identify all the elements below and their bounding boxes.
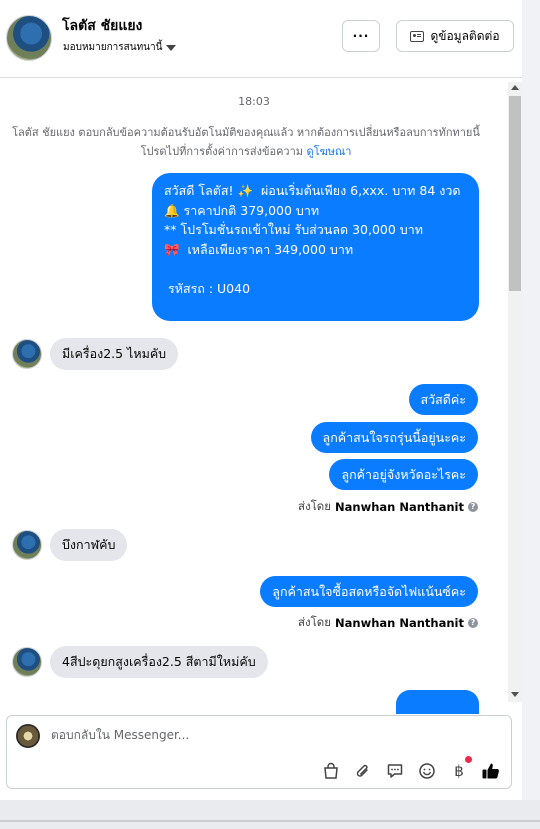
view-ad-link[interactable]: ดูโฆษณา [307,145,352,158]
sent-by-label: ส่งโดย Nanwhan Nanthanit ? [298,498,478,516]
auto-reply-notice: โลตัส ชัยแยง ตอบกลับข้อความต้อนรับอัตโนม… [12,123,480,161]
shopping-bag-icon[interactable] [320,760,342,782]
thumbs-up-icon[interactable] [480,760,502,782]
more-options-button[interactable]: ··· [342,20,380,52]
outgoing-message-bubble: ลูกค้าสนใจซื้อสดหรือจัดไฟแน้นซ์คะ [260,576,478,607]
welcome-message-bubble: สวัสดี โลตัส! ✨ ผ่อนเริ่มต้นเพียง 6,xxx.… [152,173,479,321]
conversation-header: โลตัส ชัยแยง มอบหมายการสนทนานี้ ··· ดูข้… [0,0,522,78]
sent-by-prefix: ส่งโดย [297,499,332,513]
incoming-message-row: บึงกาฬคับ [12,529,128,561]
customer-avatar[interactable] [12,647,42,677]
divider [0,820,540,822]
sent-by-label: ส่งโดย Nanwhan Nanthanit ? [298,614,478,632]
sent-by-agent-name: Nanwhan Nanthanit [335,500,464,514]
customer-avatar[interactable] [12,339,42,369]
help-icon[interactable]: ? [468,618,478,628]
assign-label: มอบหมายการสนทนานี้ [63,42,163,53]
scrollbar-thumb[interactable] [509,96,521,291]
incoming-message-row: 4สีปะดุยกสูงเครื่อง2.5 สีตามีใหม่คับ [12,646,268,678]
contact-avatar[interactable] [6,15,52,61]
paperclip-icon[interactable] [352,760,374,782]
message-timestamp: 18:03 [238,95,270,108]
notification-dot [465,756,472,763]
reply-composer: ฿ [6,715,512,789]
window-bottom-edge [0,800,540,829]
scroll-up-arrow-icon[interactable] [511,85,519,90]
incoming-message-bubble: มีเครื่อง2.5 ไหมคับ [50,338,179,370]
customer-avatar[interactable] [12,530,42,560]
incoming-message-bubble: บึงกาฬคับ [50,529,128,561]
view-contact-info-button[interactable]: ดูข้อมูลติดต่อ [396,20,514,52]
page-avatar [16,724,40,748]
contact-info-label: ดูข้อมูลติดต่อ [430,28,500,43]
notice-text: โลตัส ชัยแยง ตอบกลับข้อความต้อนรับอัตโนม… [12,126,480,158]
incoming-message-bubble: 4สีปะดุยกสูงเครื่อง2.5 สีตามีใหม่คับ [50,646,268,678]
help-icon[interactable]: ? [468,502,478,512]
assign-conversation-dropdown[interactable]: มอบหมายการสนทนานี้ [63,40,177,55]
contact-card-icon [410,30,425,42]
incoming-message-row: มีเครื่อง2.5 ไหมคับ [12,338,179,370]
emoji-icon[interactable] [416,760,438,782]
outgoing-message-bubble: สวัสดีค่ะ [408,384,478,415]
sent-by-prefix: ส่งโดย [297,615,332,629]
outgoing-message-bubble: ลูกค้าสนใจรถรุ่นนี้อยู่นะคะ [310,422,478,453]
outgoing-message-bubble: ลูกค้าอยู่จังหวัดอะไรคะ [329,459,478,490]
saved-reply-icon[interactable] [384,760,406,782]
sent-by-agent-name: Nanwhan Nanthanit [335,616,464,630]
baht-icon[interactable]: ฿ [448,760,470,782]
scroll-down-arrow-icon[interactable] [511,692,519,697]
caret-down-icon [166,44,177,51]
outgoing-message-bubble-partial [396,690,479,714]
contact-name[interactable]: โลตัส ชัยแยง [62,15,142,37]
messenger-panel: โลตัส ชัยแยง มอบหมายการสนทนานี้ ··· ดูข้… [0,0,522,800]
reply-input[interactable] [51,728,451,742]
window-right-edge [522,0,540,800]
